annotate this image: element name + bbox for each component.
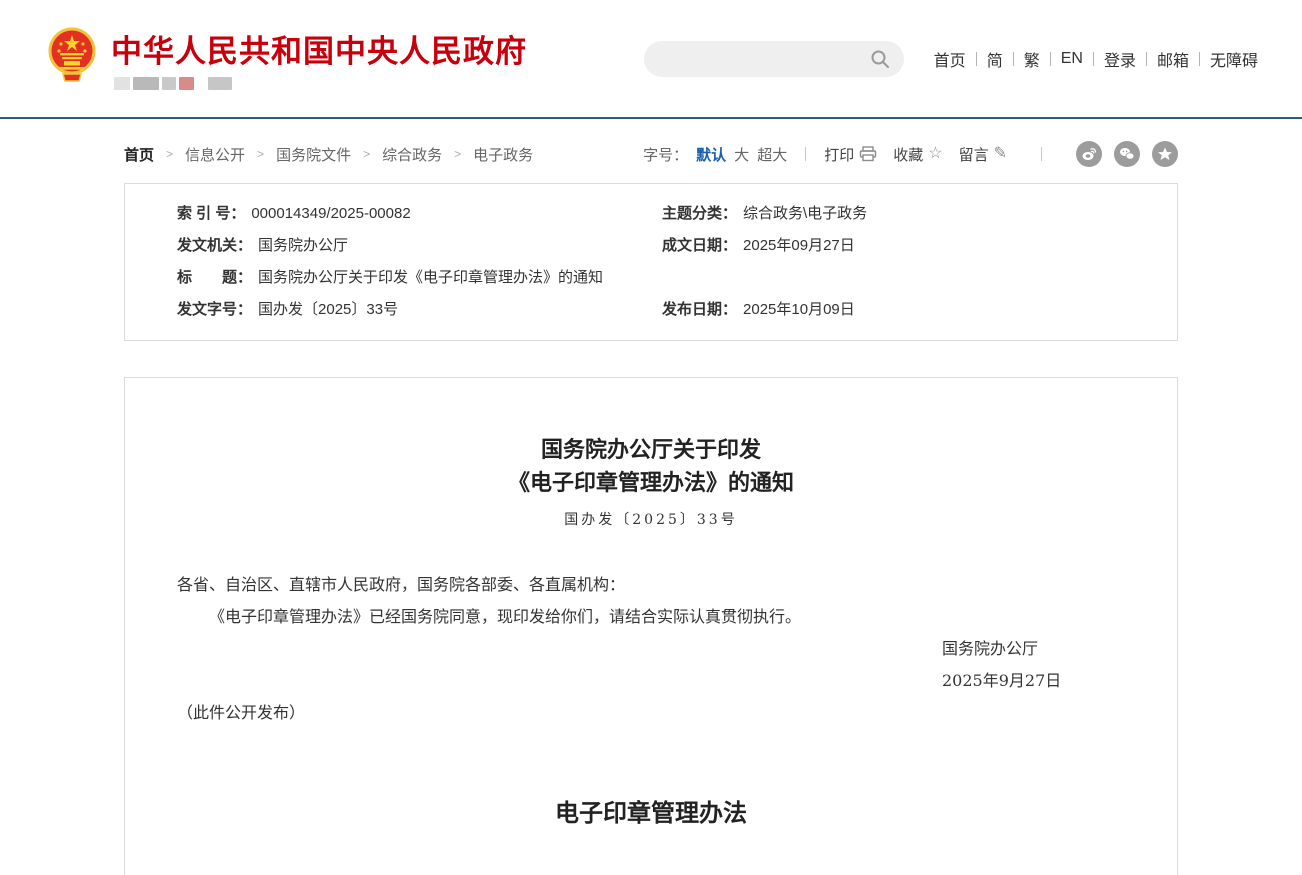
meta-doc-number-label: 发文字号：	[177, 294, 252, 326]
document-body-paragraph: 《电子印章管理办法》已经国务院同意，现印发给你们，请结合实际认真贯彻执行。	[177, 601, 1125, 633]
print-button[interactable]: 打印	[824, 144, 877, 165]
meta-doc-number-value: 国办发〔2025〕33号	[258, 294, 398, 326]
nav-english[interactable]: EN	[1051, 50, 1093, 68]
meta-category-value: 综合政务\电子政务	[743, 198, 867, 230]
nav-login[interactable]: 登录	[1094, 47, 1146, 71]
document-metadata-box: 索 引 号： 000014349/2025-00082 主题分类： 综合政务\电…	[124, 183, 1178, 341]
nav-home[interactable]: 首页	[924, 47, 976, 71]
weibo-icon	[1081, 146, 1097, 162]
favorite-button[interactable]: 收藏 ☆	[893, 144, 942, 165]
site-subtitle-redacted	[114, 77, 527, 90]
meta-title: 标 题： 国务院办公厅关于印发《电子印章管理办法》的通知	[177, 262, 1147, 294]
wechat-icon	[1119, 146, 1135, 162]
signature-date: 2025年9月27日	[942, 665, 1125, 697]
meta-category-label: 主题分类：	[662, 198, 737, 230]
pencil-icon: ✎	[994, 146, 1007, 162]
meta-published-date-value: 2025年10月09日	[743, 294, 855, 326]
search-bar	[644, 41, 904, 77]
search-button[interactable]	[868, 47, 892, 71]
nav-mail[interactable]: 邮箱	[1147, 47, 1199, 71]
toolbar-divider	[805, 147, 806, 161]
nav-accessibility[interactable]: 无障碍	[1200, 47, 1268, 71]
site-header: 中华人民共和国中央人民政府 首页 简 繁 EN	[0, 0, 1302, 117]
breadcrumb-home[interactable]: 首页	[124, 144, 154, 165]
nav-simplified[interactable]: 简	[977, 47, 1013, 71]
star-icon: ☆	[928, 146, 942, 162]
meta-title-label: 标 题：	[177, 262, 252, 294]
toolbar-divider	[1041, 147, 1042, 161]
meta-title-value: 国务院办公厅关于印发《电子印章管理办法》的通知	[258, 262, 603, 294]
meta-index-value: 000014349/2025-00082	[251, 198, 410, 230]
breadcrumb-separator: >	[257, 147, 264, 161]
font-size-large[interactable]: 大	[734, 144, 749, 165]
meta-doc-number: 发文字号： 国办发〔2025〕33号	[177, 294, 662, 326]
search-input[interactable]	[662, 44, 868, 74]
national-emblem-logo	[47, 27, 97, 85]
meta-index: 索 引 号： 000014349/2025-00082	[177, 198, 662, 230]
header-divider-line	[0, 117, 1302, 119]
breadcrumb-e-government[interactable]: 电子政务	[473, 144, 533, 165]
document-title-line1: 国务院办公厅关于印发	[177, 434, 1125, 467]
qzone-share-button[interactable]	[1152, 141, 1178, 167]
wechat-share-button[interactable]	[1114, 141, 1140, 167]
meta-written-date: 成文日期： 2025年09月27日	[662, 230, 1147, 262]
page: 中华人民共和国中央人民政府 首页 简 繁 EN	[0, 0, 1302, 875]
meta-written-date-value: 2025年09月27日	[743, 230, 855, 262]
comment-button[interactable]: 留言 ✎	[959, 144, 1007, 165]
breadcrumb-separator: >	[166, 147, 173, 161]
document-salutation: 各省、自治区、直辖市人民政府，国务院各部委、各直属机构：	[177, 569, 1125, 601]
breadcrumb: 首页 > 信息公开 > 国务院文件 > 综合政务 > 电子政务	[124, 144, 533, 165]
signature-organization: 国务院办公厅	[942, 633, 1125, 665]
meta-published-date: 发布日期： 2025年10月09日	[662, 294, 1147, 326]
meta-published-date-label: 发布日期：	[662, 294, 737, 326]
site-title: 中华人民共和国中央人民政府	[111, 35, 527, 69]
printer-icon	[859, 146, 877, 162]
meta-written-date-label: 成文日期：	[662, 230, 737, 262]
document-number: 国办发〔2025〕33号	[177, 509, 1125, 529]
meta-issuer: 发文机关： 国务院办公厅	[177, 230, 662, 262]
breadcrumb-separator: >	[454, 147, 461, 161]
document-content-box: 国务院办公厅关于印发 《电子印章管理办法》的通知 国办发〔2025〕33号 各省…	[124, 377, 1178, 875]
document-signature: 国务院办公厅 2025年9月27日	[942, 633, 1125, 697]
search-icon	[870, 49, 890, 69]
meta-issuer-value: 国务院办公厅	[258, 230, 348, 262]
page-toolbar: 字号： 默认 大 超大 打印 收藏	[643, 141, 1178, 167]
document-title-line2: 《电子印章管理办法》的通知	[177, 467, 1125, 500]
meta-category: 主题分类： 综合政务\电子政务	[662, 198, 1147, 230]
breadcrumb-comprehensive-affairs[interactable]: 综合政务	[382, 144, 442, 165]
top-nav: 首页 简 繁 EN 登录 邮箱 无障碍	[924, 47, 1268, 71]
document-title: 国务院办公厅关于印发 《电子印章管理办法》的通知	[177, 434, 1125, 500]
regulation-title: 电子印章管理办法	[177, 793, 1125, 828]
nav-traditional[interactable]: 繁	[1014, 47, 1050, 71]
breadcrumb-separator: >	[363, 147, 370, 161]
font-size-default[interactable]: 默认	[696, 144, 726, 165]
breadcrumb-info-disclosure[interactable]: 信息公开	[185, 144, 245, 165]
breadcrumb-state-council-docs[interactable]: 国务院文件	[276, 144, 351, 165]
share-buttons	[1076, 141, 1178, 167]
public-release-note: （此件公开发布）	[177, 697, 1125, 729]
meta-index-label: 索 引 号：	[177, 198, 245, 230]
font-size-label: 字号：	[643, 144, 688, 165]
meta-issuer-label: 发文机关：	[177, 230, 252, 262]
qzone-star-icon	[1157, 146, 1173, 162]
brand[interactable]: 中华人民共和国中央人民政府	[47, 27, 527, 89]
weibo-share-button[interactable]	[1076, 141, 1102, 167]
font-size-xlarge[interactable]: 超大	[757, 144, 787, 165]
